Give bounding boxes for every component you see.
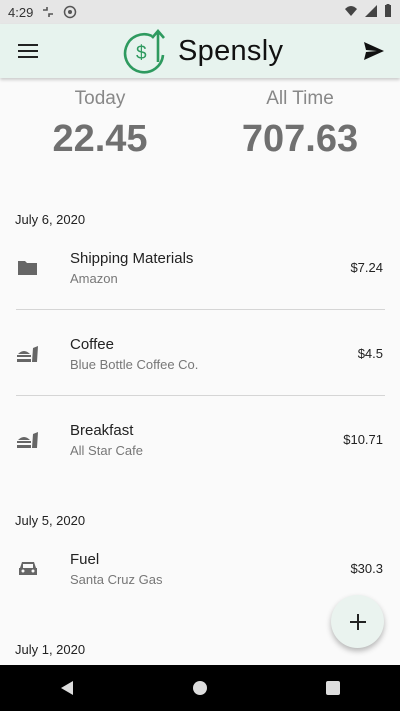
- recents-square-icon: [326, 681, 341, 695]
- date-header: July 5, 2020: [15, 513, 86, 528]
- item-title: Coffee: [70, 336, 114, 353]
- today-summary: Today 22.45: [0, 88, 200, 161]
- today-label: Today: [74, 88, 126, 109]
- list-item[interactable]: Shipping Materials Amazon $7.24: [0, 246, 400, 304]
- back-button[interactable]: [52, 673, 82, 703]
- item-title: Shipping Materials: [70, 250, 194, 267]
- status-bar: 4:29: [0, 0, 400, 24]
- signal-icon: [364, 4, 378, 21]
- all-time-summary: All Time 707.63: [200, 88, 400, 161]
- item-amount: $10.71: [343, 432, 383, 447]
- menu-button[interactable]: [14, 37, 42, 65]
- svg-text:$: $: [136, 43, 147, 64]
- item-amount: $30.3: [350, 561, 383, 576]
- sync-icon: [41, 5, 55, 19]
- spending-summary: Today 22.45 All Time 707.63: [0, 88, 400, 178]
- car-icon: [16, 557, 40, 581]
- item-merchant: All Star Cafe: [70, 443, 143, 458]
- list-item[interactable]: Breakfast All Star Cafe $10.71: [0, 418, 400, 476]
- list-item[interactable]: Coffee Blue Bottle Coffee Co. $4.5: [0, 332, 400, 390]
- item-title: Breakfast: [70, 422, 134, 439]
- back-triangle-icon: [60, 681, 73, 695]
- divider: [16, 309, 385, 310]
- item-merchant: Blue Bottle Coffee Co.: [70, 357, 199, 372]
- folder-icon: [16, 256, 40, 280]
- item-amount: $7.24: [350, 260, 383, 275]
- add-expense-button[interactable]: [331, 595, 384, 648]
- all-time-value: 707.63: [241, 118, 359, 160]
- send-button[interactable]: [360, 37, 388, 65]
- list-item[interactable]: Fuel Santa Cruz Gas $30.3: [0, 547, 400, 605]
- wifi-icon: [344, 4, 358, 21]
- food-icon: [16, 428, 40, 452]
- item-merchant: Santa Cruz Gas: [70, 572, 163, 587]
- food-icon: [16, 342, 40, 366]
- all-time-label: All Time: [266, 88, 334, 109]
- system-nav-bar: [0, 665, 400, 711]
- send-icon: [364, 42, 384, 60]
- app-logo: $ Spensly: [122, 28, 283, 74]
- today-value: 22.45: [52, 118, 148, 160]
- item-merchant: Amazon: [70, 271, 118, 286]
- home-circle-icon: [192, 681, 207, 695]
- hamburger-menu-icon: [18, 44, 38, 58]
- battery-icon: [384, 4, 392, 21]
- plus-icon: [349, 613, 366, 630]
- status-time: 4:29: [8, 4, 34, 20]
- date-header: July 1, 2020: [15, 642, 86, 657]
- date-header: July 6, 2020: [15, 212, 86, 227]
- divider: [16, 395, 385, 396]
- item-amount: $4.5: [357, 346, 383, 361]
- item-title: Fuel: [70, 551, 100, 568]
- home-button[interactable]: [185, 673, 215, 703]
- at-icon: [63, 5, 77, 19]
- app-title: Spensly: [178, 34, 284, 67]
- recents-button[interactable]: [318, 673, 348, 703]
- app-bar: $ Spensly: [0, 24, 400, 78]
- dollar-up-logo-icon: $: [123, 29, 165, 74]
